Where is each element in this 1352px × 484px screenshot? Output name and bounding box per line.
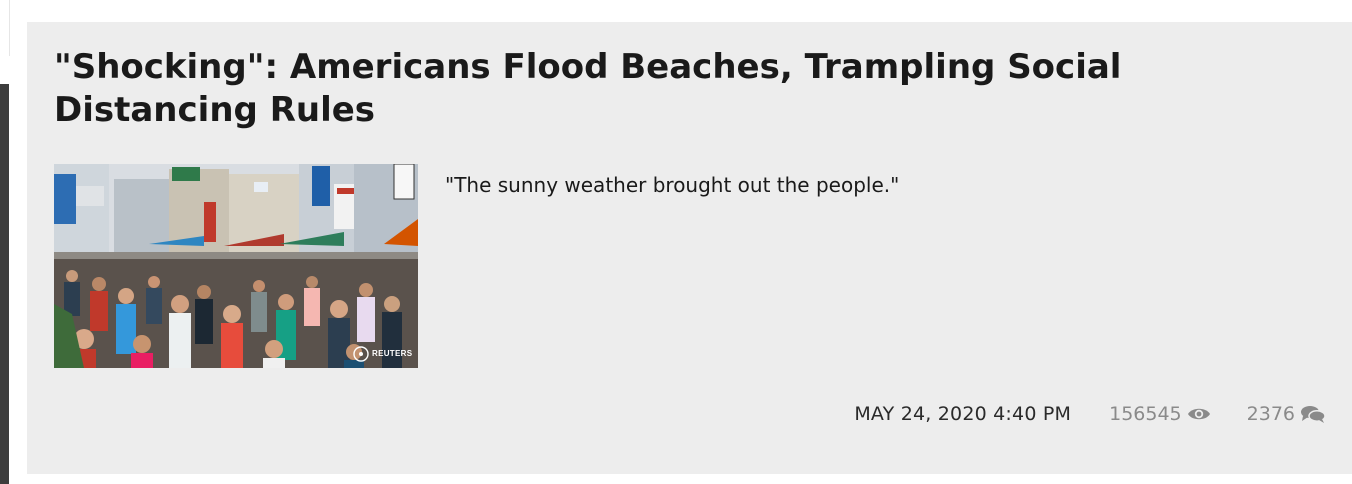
page: "Shocking": Americans Flood Beaches, Tra… [0,0,1352,484]
article-meta: MAY 24, 2020 4:40 PM 156545 2376 [854,400,1326,428]
article-teaser: "The sunny weather brought out the peopl… [445,173,900,197]
top-strip [0,0,10,56]
views-value: 156545 [1109,403,1182,425]
eye-icon [1187,406,1211,422]
comments-count[interactable]: 2376 [1247,403,1326,425]
comments-value[interactable]: 2376 [1247,403,1295,425]
image-credit: REUTERS [372,349,413,358]
article-headline[interactable]: "Shocking": Americans Flood Beaches, Tra… [54,46,1324,132]
left-rail [0,84,9,484]
comments-icon[interactable] [1300,405,1326,423]
article-card[interactable]: "Shocking": Americans Flood Beaches, Tra… [27,22,1352,474]
publish-date: MAY 24, 2020 4:40 PM [854,403,1072,425]
views-count: 156545 [1109,403,1211,425]
article-thumbnail[interactable]: REUTERS [54,164,418,368]
